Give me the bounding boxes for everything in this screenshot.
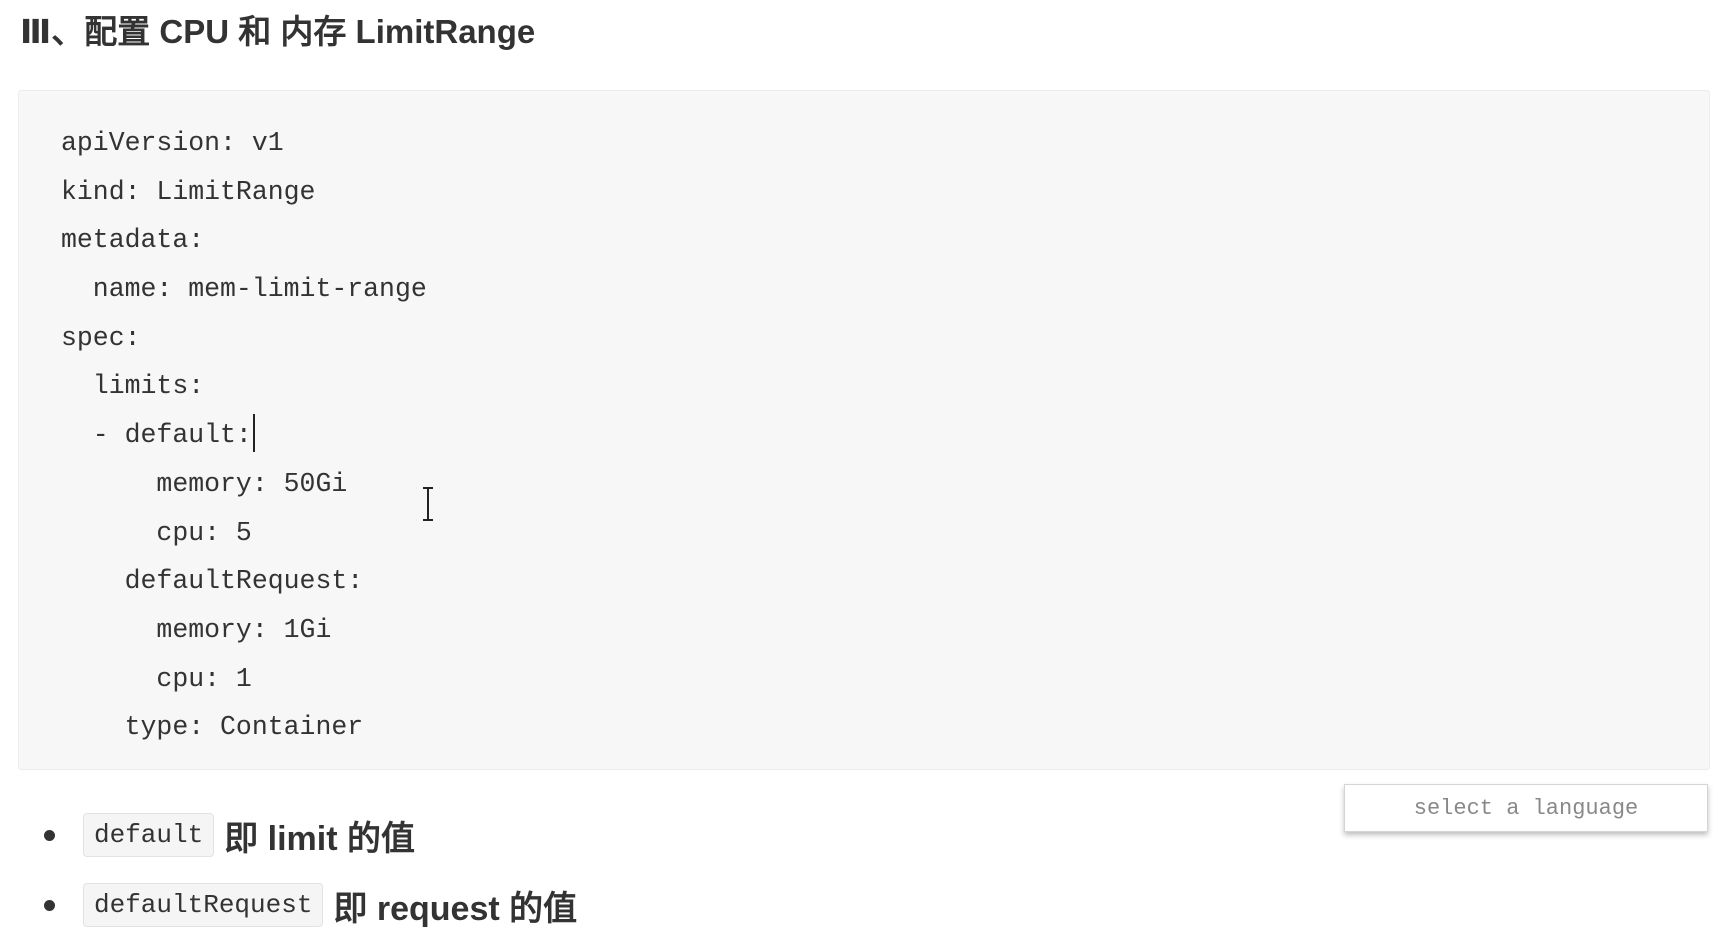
section-heading: Ⅲ、配置 CPU 和 内存 LimitRange [20, 13, 536, 50]
code-line-with-caret: - default: [61, 411, 427, 460]
code-line: cpu: 5 [61, 517, 252, 548]
language-select-dropdown[interactable]: select a language [1344, 784, 1708, 832]
code-line: cpu: 1 [61, 663, 252, 694]
code-line: apiVersion: v1 [61, 128, 284, 158]
code-line: name: mem-limit-range [61, 274, 427, 305]
code-line: defaultRequest: [61, 566, 364, 597]
code-block[interactable]: apiVersion: v1 kind: LimitRange metadata… [18, 90, 1710, 770]
inline-code: default [83, 813, 215, 857]
bullet-icon [44, 899, 55, 911]
list-item-text: 即 limit 的值 [224, 819, 416, 858]
bullet-icon [44, 829, 55, 841]
code-line: kind: LimitRange [61, 176, 316, 207]
inline-code: defaultRequest [83, 883, 324, 927]
code-line: spec: [61, 322, 141, 353]
code-line-text: - default: [61, 420, 252, 451]
list-item: defaultRequest 即 request 的值 [44, 870, 577, 940]
code-line: limits: [61, 371, 205, 402]
list-item-text: 即 request 的值 [333, 889, 578, 928]
code-lines: apiVersion: v1 kind: LimitRange metadata… [61, 119, 427, 752]
code-line: memory: 50Gi [61, 468, 348, 499]
ibeam-cursor-icon [423, 487, 433, 521]
code-line: memory: 1Gi [61, 614, 332, 645]
text-caret [252, 414, 255, 453]
code-line: type: Container [61, 712, 364, 743]
notes-list: default 即 limit 的值 defaultRequest 即 requ… [44, 800, 577, 940]
list-item: default 即 limit 的值 [44, 800, 577, 870]
code-line: metadata: [61, 225, 205, 256]
